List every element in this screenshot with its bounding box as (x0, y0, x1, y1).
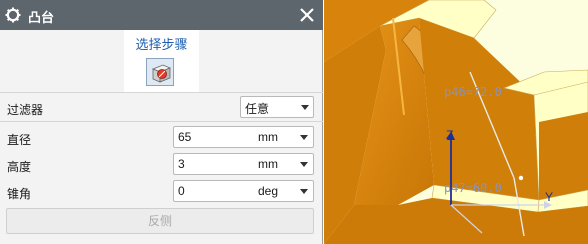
flip-side-button[interactable]: 反侧 (6, 208, 314, 234)
filter-label: 过滤器 (7, 103, 44, 117)
chevron-down-icon (301, 105, 309, 110)
diameter-unit: mm (258, 130, 278, 144)
diameter-input[interactable]: 65 (178, 130, 191, 144)
select-face-icon (151, 64, 172, 83)
y-axis-label: Y (545, 190, 553, 204)
select-step-group: 选择步骤 (124, 30, 199, 92)
chevron-down-icon[interactable] (300, 135, 308, 140)
right-block (539, 112, 588, 200)
taper-angle-label: 锥角 (7, 187, 32, 201)
dimension-label-p46[interactable]: p46=72.0 (444, 85, 502, 99)
z-axis-label: Z (446, 128, 453, 142)
boss-dialog: 凸台 选择步骤 过滤器 任意 直径 65 mm 高度 3 mm 锥角 0 deg… (0, 0, 323, 244)
height-label: 高度 (7, 160, 32, 174)
filter-dropdown[interactable]: 任意 (240, 96, 314, 118)
dimension-point (518, 175, 524, 181)
separator (0, 121, 323, 122)
height-unit: mm (258, 157, 278, 171)
chevron-down-icon[interactable] (300, 162, 308, 167)
taper-angle-input[interactable]: 0 (178, 184, 185, 198)
diameter-field[interactable]: 65 mm (173, 126, 314, 148)
taper-angle-field[interactable]: 0 deg (173, 180, 314, 202)
height-field[interactable]: 3 mm (173, 153, 314, 175)
taper-angle-unit: deg (258, 184, 279, 198)
close-icon[interactable] (299, 7, 315, 23)
select-step-label: 选择步骤 (135, 37, 188, 52)
filter-value: 任意 (245, 102, 270, 116)
model-view[interactable]: p46=72.0 p47=60.0 Z Y (324, 0, 588, 244)
gear-icon[interactable] (5, 7, 21, 23)
separator (0, 92, 323, 93)
select-face-button[interactable] (146, 58, 174, 86)
diameter-label: 直径 (7, 133, 32, 147)
height-input[interactable]: 3 (178, 157, 185, 171)
graphics-viewport[interactable]: p46=72.0 p47=60.0 Z Y (324, 0, 588, 244)
dialog-titlebar[interactable]: 凸台 (0, 0, 323, 30)
dimension-label-p47[interactable]: p47=60.0 (444, 181, 502, 195)
dialog-title: 凸台 (28, 10, 55, 25)
chevron-down-icon[interactable] (300, 189, 308, 194)
